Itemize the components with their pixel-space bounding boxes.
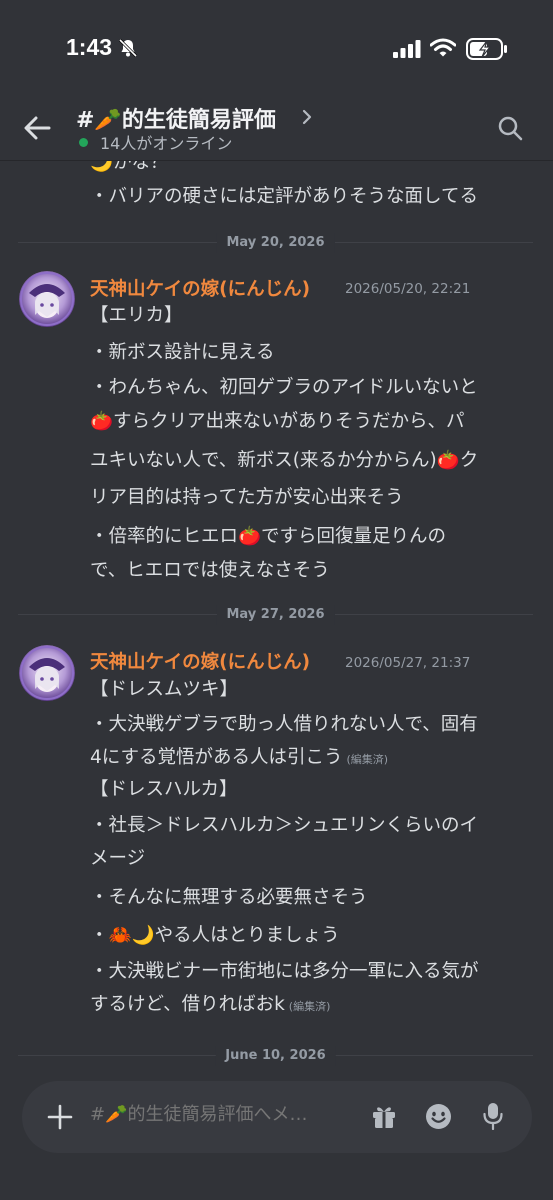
online-status-dot: [79, 138, 88, 147]
message-text: するけど、借りればおk: [90, 994, 285, 1015]
message-input[interactable]: [90, 1104, 350, 1125]
edited-label: (編集済): [346, 753, 389, 766]
divider-date: May 20, 2026: [216, 233, 335, 253]
message-line: 🍅すらクリア出来ないがありそうだから、パ: [90, 411, 465, 432]
message-author[interactable]: 天神山ケイの嫁(にんじん): [90, 648, 310, 674]
date-divider: June 10, 2026: [18, 1046, 533, 1066]
message-line: するけど、借りればおk (編集済): [90, 991, 330, 1021]
message-text: 4にする覚悟がある人は引こう: [90, 747, 343, 768]
search-icon[interactable]: [496, 114, 524, 142]
message-line: ・大決戦ゲブラで助っ人借りれない人で、固有: [90, 714, 478, 735]
avatar[interactable]: [19, 645, 75, 701]
cellular-signal-icon: [393, 40, 421, 58]
silent-bell-icon: [118, 38, 138, 58]
channel-header: #🥕的生徒簡易評価 14人がオンライン: [0, 96, 553, 161]
emoji-icon[interactable]: [425, 1103, 452, 1130]
message-line: で、ヒエロでは使えなさそう: [90, 560, 330, 581]
message-line: ユキいない人で、新ボス(来るか分からん)🍅ク: [90, 450, 479, 471]
message-line: ・🦀🌙やる人はとりましょう: [90, 925, 340, 946]
avatar[interactable]: [19, 271, 75, 327]
divider-date: June 10, 2026: [215, 1046, 336, 1066]
online-member-count: 14人がオンライン: [100, 134, 233, 153]
message-line: 【ドレスムツキ】: [90, 679, 239, 700]
message-author[interactable]: 天神山ケイの嫁(にんじん): [90, 275, 310, 301]
message-line: 4にする覚悟がある人は引こう (編集済): [90, 744, 388, 774]
battery-charging-icon: [466, 38, 507, 60]
microphone-icon[interactable]: [483, 1102, 503, 1130]
message-line: ・わんちゃん、初回ゲブラのアイドルいないと: [90, 377, 478, 398]
message-list[interactable]: 🌙かな？ ・バリアの硬さには定評がありそうな面してる May 20, 2026: [0, 161, 553, 1081]
message-line: ・社長＞ドレスハルカ＞シュエリンくらいのイ: [90, 815, 478, 836]
gift-icon[interactable]: [371, 1103, 397, 1129]
discord-channel-screen: 1:43 #🥕的生徒簡易評価 14人がオンライン 🌙かな？ ・バリアの硬さには定…: [0, 0, 553, 1200]
wifi-icon: [430, 38, 456, 57]
message-line: 🌙かな？: [90, 161, 169, 173]
message-composer: [0, 1081, 553, 1200]
message-line: 【ドレスハルカ】: [90, 779, 238, 800]
back-arrow-icon[interactable]: [22, 112, 54, 144]
message-line: 【エリカ】: [90, 305, 183, 326]
chevron-right-icon[interactable]: [300, 108, 314, 126]
message-line: ・倍率的にヒエロ🍅ですら回復量足りんの: [90, 526, 447, 547]
message-timestamp: 2026/05/27, 21:37: [345, 655, 471, 671]
add-attachment-icon[interactable]: [46, 1103, 74, 1131]
divider-date: May 27, 2026: [216, 605, 335, 625]
date-divider: May 20, 2026: [18, 233, 533, 253]
message-line: ・そんなに無理する必要無さそう: [90, 887, 368, 908]
message-line: メージ: [90, 848, 146, 869]
status-time: 1:43: [66, 34, 113, 60]
message-line: ・バリアの硬さには定評がありそうな面してる: [90, 186, 478, 207]
message-timestamp: 2026/05/20, 22:21: [345, 281, 471, 297]
message-line: ・新ボス設計に見える: [90, 342, 275, 363]
message-line: リア目的は持ってた方が安心出来そう: [90, 487, 404, 508]
edited-label: (編集済): [288, 1000, 331, 1013]
date-divider: May 27, 2026: [18, 605, 533, 625]
status-bar: 1:43: [0, 0, 553, 96]
message-line: ・大決戦ビナー市街地には多分一軍に入る気が: [90, 961, 479, 982]
